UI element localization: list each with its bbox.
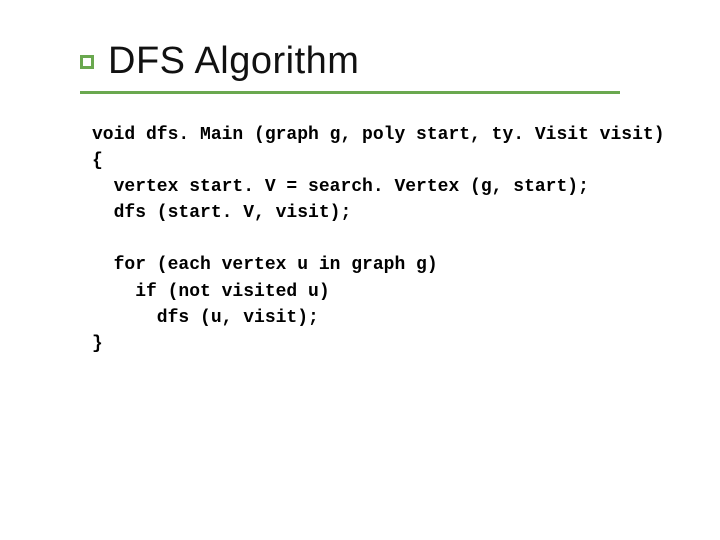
title-underline — [80, 91, 620, 94]
slide-title: DFS Algorithm — [108, 40, 359, 83]
title-row: DFS Algorithm — [80, 40, 660, 83]
code-line: dfs (start. V, visit); — [92, 203, 351, 223]
code-line: { — [92, 151, 103, 171]
code-block: void dfs. Main (graph g, poly start, ty.… — [92, 122, 660, 357]
code-line: for (each vertex u in graph g) — [92, 255, 438, 275]
code-line: if (not visited u) — [92, 282, 330, 302]
code-line: dfs (u, visit); — [92, 308, 319, 328]
square-bullet-icon — [80, 55, 94, 69]
slide: DFS Algorithm void dfs. Main (graph g, p… — [0, 0, 720, 540]
code-line: void dfs. Main (graph g, poly start, ty.… — [92, 125, 665, 145]
code-line: } — [92, 334, 103, 354]
code-line: vertex start. V = search. Vertex (g, sta… — [92, 177, 589, 197]
